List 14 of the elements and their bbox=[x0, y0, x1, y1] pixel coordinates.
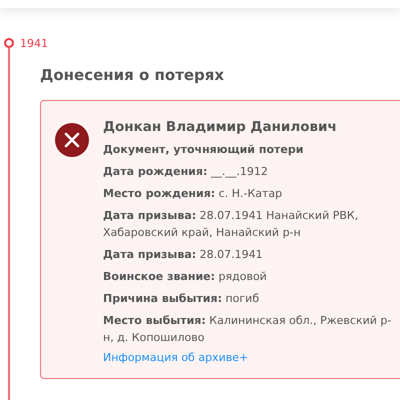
field-text: Место выбытия: Калининская обл., Ржевский р-н, д. Копошилово bbox=[103, 313, 392, 346]
cross-circle-icon bbox=[55, 123, 89, 157]
field-text: Место рождения: с. Н.-Катар bbox=[103, 186, 284, 202]
field-text: Дата призыва: 28.07.1941 bbox=[103, 247, 264, 263]
archive-info-link[interactable]: Информация об архиве+ bbox=[103, 351, 248, 364]
field-text: Воинское звание: рядовой bbox=[103, 269, 268, 285]
year-label: 1941 bbox=[20, 36, 48, 50]
field-text: Дата призыва: 28.07.1941 Нанайский РВК, Хабаровский край, Нанайский р-н bbox=[103, 208, 360, 241]
document-type: Документ, уточняющий потери bbox=[103, 142, 304, 158]
person-name: Донкан Владимир Данилович bbox=[103, 119, 338, 135]
field-text: Дата рождения: __.__.1912 bbox=[103, 164, 269, 180]
timeline-dot bbox=[4, 38, 14, 48]
section-title: Донесения о потерях bbox=[40, 66, 226, 84]
field-text: Причина выбытия: погиб bbox=[103, 291, 260, 307]
